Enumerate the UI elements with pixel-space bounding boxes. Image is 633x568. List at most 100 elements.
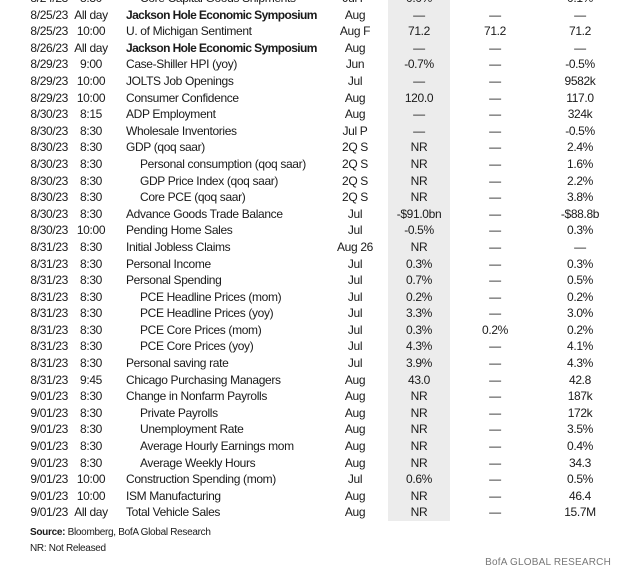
previous-cell: —	[574, 239, 586, 254]
bofa-forecast-cell: 0.3%	[406, 256, 432, 271]
period-cell: Aug	[344, 488, 366, 503]
time-cell: 8:30	[80, 422, 102, 437]
table-row: 8/25/23 All day Jackson Hole Economic Symp…	[0, 7, 633, 24]
consensus-cell: —	[489, 90, 501, 105]
date-cell: 8/30/23	[30, 140, 68, 155]
time-cell: 8:30	[80, 289, 102, 304]
event-cell: Average Hourly Earnings mom	[140, 439, 294, 454]
bofa-forecast-cell: NR	[410, 239, 428, 254]
previous-cell: 42.8	[569, 372, 591, 387]
time-cell: 10:00	[76, 73, 106, 88]
bofa-forecast-cell: —	[413, 123, 425, 138]
consensus-cell: —	[489, 372, 501, 387]
consensus-cell: —	[489, 206, 501, 221]
time-cell: 8:30	[80, 273, 102, 288]
table-row: 8/30/23 8:30 Personal consumption (qoq saa…	[0, 156, 633, 173]
date-cell: 9/01/23	[30, 472, 68, 487]
period-cell: Jul	[347, 339, 363, 354]
date-cell: 8/30/23	[30, 190, 68, 205]
date-cell: 8/31/23	[30, 273, 68, 288]
period-cell: Jul	[347, 273, 363, 288]
previous-cell: 9582k	[564, 73, 596, 88]
date-cell: 8/29/23	[30, 90, 68, 105]
time-cell: 8:30	[80, 190, 102, 205]
previous-cell: 0.2%	[567, 322, 593, 337]
date-cell: 8/26/23	[30, 40, 68, 55]
bofa-forecast-cell: -$91.0bn	[396, 206, 442, 221]
time-cell: 10:00	[76, 223, 106, 238]
date-cell: 8/30/23	[30, 156, 68, 171]
consensus-cell: —	[489, 123, 501, 138]
date-cell: 9/01/23	[30, 422, 68, 437]
time-cell: 8:30	[80, 239, 102, 254]
table-row: 8/25/23 10:00 U. of Michigan Sentiment Aug …	[0, 23, 633, 40]
date-cell: 8/30/23	[30, 223, 68, 238]
previous-cell: 0.3%	[567, 223, 593, 238]
period-cell: Aug	[344, 505, 366, 520]
period-cell: Aug	[344, 107, 366, 122]
event-cell: JOLTS Job Openings	[126, 73, 234, 88]
bofa-forecast-cell: NR	[410, 173, 428, 188]
bofa-forecast-cell: NR	[410, 505, 428, 520]
table-row: 8/30/23 8:15 ADP Employment Aug — — 324k	[0, 106, 633, 123]
bofa-forecast-cell: NR	[410, 190, 428, 205]
previous-cell: 172k	[567, 405, 593, 420]
period-cell: Jul P	[325, 0, 385, 7]
bofa-forecast-cell: NR	[410, 455, 428, 470]
table-row: 8/31/23 8:30 Initial Jobless Claims Aug 26 N…	[0, 239, 633, 256]
previous-cell: 0.5%	[567, 472, 593, 487]
table-row: 8/31/23 8:30 PCE Core Prices (mom) Jul 0.3% 0…	[0, 322, 633, 339]
consensus-cell: —	[489, 289, 501, 304]
date-cell: 8/31/23	[30, 356, 68, 371]
table-row: 9/01/23 8:30 Unemployment Rate Aug NR — 3.5%	[0, 421, 633, 438]
bofa-forecast-cell: 0.6%	[406, 472, 432, 487]
consensus-cell: —	[489, 356, 501, 371]
previous-cell: 4.1%	[567, 339, 593, 354]
date-cell: 8/31/23	[30, 372, 68, 387]
date-cell: 9/01/23	[30, 439, 68, 454]
consensus-cell: 71.2	[484, 24, 506, 39]
bofa-forecast-cell: 0.3%	[406, 322, 432, 337]
table-row: 9/01/23 8:30 Average Weekly Hours Aug NR — 34.…	[0, 455, 633, 472]
bofa-forecast-cell: 3.9%	[406, 356, 432, 371]
consensus-cell: —	[489, 156, 501, 171]
period-cell: Aug	[344, 439, 366, 454]
bofa-forecast-cell: —	[413, 40, 425, 55]
time-cell: 8:30	[80, 156, 102, 171]
date-cell: 8/31/23	[30, 239, 68, 254]
bofa-forecast-cell: -0.7%	[404, 57, 434, 72]
previous-cell: —	[574, 7, 586, 22]
table-row: 9/01/23 10:00 ISM Manufacturing Aug NR — 46.4	[0, 488, 633, 505]
event-cell: Personal consumption (qoq saar)	[140, 156, 306, 171]
event-cell: Consumer Confidence	[126, 90, 239, 105]
table-row: 8/30/23 8:30 Advance Goods Trade Balance Ju…	[0, 206, 633, 223]
time-cell: 8:30	[80, 306, 102, 321]
time-cell: 8:30	[80, 439, 102, 454]
time-cell: 8:30	[80, 206, 102, 221]
event-cell: Wholesale Inventories	[126, 123, 237, 138]
previous-cell: 15.7M	[564, 505, 596, 520]
period-cell: Jul	[347, 306, 363, 321]
table-row: 8/31/23 8:30 Personal saving rate Jul 3.9% — 4…	[0, 355, 633, 372]
previous-cell: 3.0%	[567, 306, 593, 321]
previous-cell: 117.0	[566, 90, 594, 105]
time-cell: 8:30	[80, 389, 102, 404]
period-cell: Aug F	[339, 24, 371, 39]
consensus-cell: —	[489, 239, 501, 254]
event-cell: Core PCE (qoq saar)	[140, 190, 246, 205]
bofa-forecast-cell: NR	[410, 488, 428, 503]
consensus-cell: —	[489, 190, 501, 205]
event-cell: Jackson Hole Economic Symposium	[126, 7, 317, 22]
time-cell: 9:00	[80, 57, 102, 72]
event-cell: PCE Headline Prices (yoy)	[140, 306, 274, 321]
event-cell: PCE Core Prices (mom)	[140, 322, 262, 337]
bofa-forecast-cell: NR	[410, 156, 428, 171]
time-cell: 8:30	[80, 140, 102, 155]
bofa-forecast-cell: 71.2	[408, 24, 430, 39]
previous-cell: 0.1%	[545, 0, 615, 7]
time-cell: 8:30	[80, 339, 102, 354]
period-cell: Jul	[347, 223, 363, 238]
date-cell: 8/31/23	[30, 289, 68, 304]
event-cell: Unemployment Rate	[140, 422, 244, 437]
period-cell: Jul	[347, 206, 363, 221]
